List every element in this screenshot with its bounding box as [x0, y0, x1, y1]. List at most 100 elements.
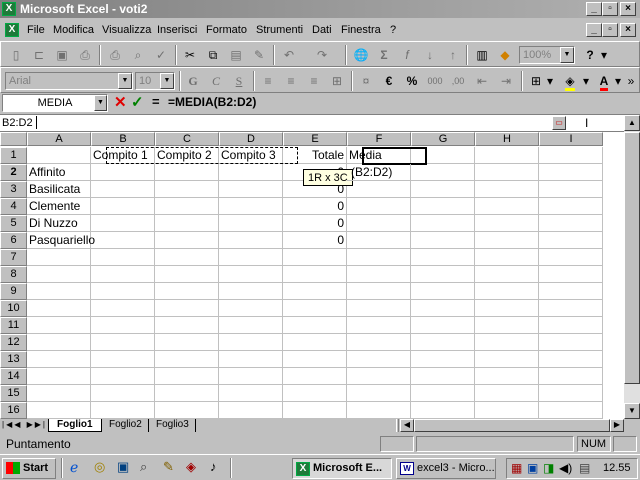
- row-header-12[interactable]: 12: [0, 334, 27, 351]
- cell-B6[interactable]: [91, 232, 155, 249]
- cell-A1[interactable]: [27, 147, 91, 164]
- cell-D14[interactable]: [219, 368, 283, 385]
- cell-H1[interactable]: [475, 147, 539, 164]
- cell-C16[interactable]: [155, 402, 219, 419]
- cell-I4[interactable]: [539, 198, 603, 215]
- task-microsoft-excel[interactable]: X Microsoft E...: [292, 458, 392, 479]
- cell-F16[interactable]: [347, 402, 411, 419]
- cell-F8[interactable]: [347, 266, 411, 283]
- cell-C8[interactable]: [155, 266, 219, 283]
- cell-A4[interactable]: Clemente: [27, 198, 91, 215]
- merge-center-icon[interactable]: ⊞: [326, 71, 348, 92]
- italic-button[interactable]: C: [205, 71, 227, 92]
- cell-I12[interactable]: [539, 334, 603, 351]
- row-header-8[interactable]: 8: [0, 266, 27, 283]
- row-header-14[interactable]: 14: [0, 368, 27, 385]
- row-header-11[interactable]: 11: [0, 317, 27, 334]
- menu-dati[interactable]: Dati: [312, 24, 332, 36]
- cell-A5[interactable]: Di Nuzzo: [27, 215, 91, 232]
- scroll-down-icon[interactable]: ▼: [624, 403, 640, 419]
- cell-H12[interactable]: [475, 334, 539, 351]
- borders-icon[interactable]: ⊞: [525, 71, 547, 92]
- media-icon[interactable]: ◈: [186, 459, 196, 475]
- cell-I13[interactable]: [539, 351, 603, 368]
- sort-descending-icon[interactable]: ↑: [442, 45, 464, 66]
- cell-C11[interactable]: [155, 317, 219, 334]
- cell-G5[interactable]: [411, 215, 475, 232]
- select-all-corner[interactable]: [0, 132, 27, 146]
- cell-A7[interactable]: [27, 249, 91, 266]
- cell-B10[interactable]: [91, 300, 155, 317]
- cell-C7[interactable]: [155, 249, 219, 266]
- menu-finestra[interactable]: Finestra: [341, 24, 381, 36]
- decimals-button[interactable]: ,00: [447, 71, 469, 92]
- cell-E11[interactable]: [283, 317, 347, 334]
- cell-C15[interactable]: [155, 385, 219, 402]
- cell-D2[interactable]: [219, 164, 283, 181]
- range-reference-bar[interactable]: B2:D2 ▭ I: [0, 114, 640, 132]
- desktop-icon[interactable]: ▣: [117, 459, 129, 475]
- cell-F4[interactable]: [347, 198, 411, 215]
- cell-D12[interactable]: [219, 334, 283, 351]
- cell-G7[interactable]: [411, 249, 475, 266]
- column-header-G[interactable]: G: [411, 132, 475, 146]
- chevron-down-icon[interactable]: ▾: [545, 71, 555, 92]
- cell-H7[interactable]: [475, 249, 539, 266]
- row-header-9[interactable]: 9: [0, 283, 27, 300]
- zoom-select[interactable]: 100% ▼: [519, 46, 575, 64]
- font-size-select[interactable]: 10 ▼: [135, 72, 175, 90]
- sheet-tab-foglio2[interactable]: Foglio2: [103, 419, 149, 432]
- cell-H4[interactable]: [475, 198, 539, 215]
- cell-D7[interactable]: [219, 249, 283, 266]
- close-button[interactable]: ×: [620, 2, 636, 16]
- fill-color-icon[interactable]: ◈: [559, 71, 581, 92]
- cell-D16[interactable]: [219, 402, 283, 419]
- cell-F12[interactable]: [347, 334, 411, 351]
- cell-B3[interactable]: [91, 181, 155, 198]
- sheet-tab-foglio3[interactable]: Foglio3: [150, 419, 196, 432]
- cell-I11[interactable]: [539, 317, 603, 334]
- cell-H3[interactable]: [475, 181, 539, 198]
- cell-A3[interactable]: Basilicata: [27, 181, 91, 198]
- print-preview-icon[interactable]: ⎙: [74, 45, 96, 66]
- excel-app-icon[interactable]: X: [2, 2, 16, 16]
- toolbar-options-icon[interactable]: ▾: [599, 45, 609, 66]
- open-icon[interactable]: ⊏: [28, 45, 50, 66]
- cell-E7[interactable]: [283, 249, 347, 266]
- row-header-3[interactable]: 3: [0, 181, 27, 198]
- cell-H6[interactable]: [475, 232, 539, 249]
- menu-visualizza[interactable]: Visualizza: [102, 24, 151, 36]
- explorer-icon[interactable]: ⌕: [140, 459, 147, 475]
- task-excel3[interactable]: W excel3 - Micro...: [396, 458, 496, 479]
- scroll-up-icon[interactable]: ▲: [624, 115, 640, 131]
- cell-H10[interactable]: [475, 300, 539, 317]
- hyperlink-icon[interactable]: 🌐: [350, 45, 372, 66]
- cell-E4[interactable]: 0: [283, 198, 347, 215]
- cell-F3[interactable]: [347, 181, 411, 198]
- cell-F13[interactable]: [347, 351, 411, 368]
- cell-I5[interactable]: [539, 215, 603, 232]
- cut-icon[interactable]: ✂: [179, 45, 201, 66]
- cell-A11[interactable]: [27, 317, 91, 334]
- cell-C9[interactable]: [155, 283, 219, 300]
- cell-G10[interactable]: [411, 300, 475, 317]
- cell-H9[interactable]: [475, 283, 539, 300]
- cell-G6[interactable]: [411, 232, 475, 249]
- cell-F10[interactable]: [347, 300, 411, 317]
- cell-F15[interactable]: [347, 385, 411, 402]
- format-painter-icon[interactable]: ✎: [248, 45, 270, 66]
- row-header-5[interactable]: 5: [0, 215, 27, 232]
- enter-icon[interactable]: ✓: [131, 93, 144, 111]
- cell-F6[interactable]: [347, 232, 411, 249]
- column-header-D[interactable]: D: [219, 132, 283, 146]
- cell-H13[interactable]: [475, 351, 539, 368]
- spreadsheet-grid[interactable]: ABCDEFGHI 1234567891011121314151617 Comp…: [0, 132, 624, 419]
- spelling-icon[interactable]: ✓: [150, 45, 172, 66]
- cell-B9[interactable]: [91, 283, 155, 300]
- column-header-F[interactable]: F: [347, 132, 411, 146]
- cancel-icon[interactable]: ✕: [114, 93, 127, 111]
- cell-I15[interactable]: [539, 385, 603, 402]
- minimize-button[interactable]: _: [586, 2, 602, 16]
- chevron-down-icon[interactable]: ▼: [94, 95, 107, 111]
- cell-E15[interactable]: [283, 385, 347, 402]
